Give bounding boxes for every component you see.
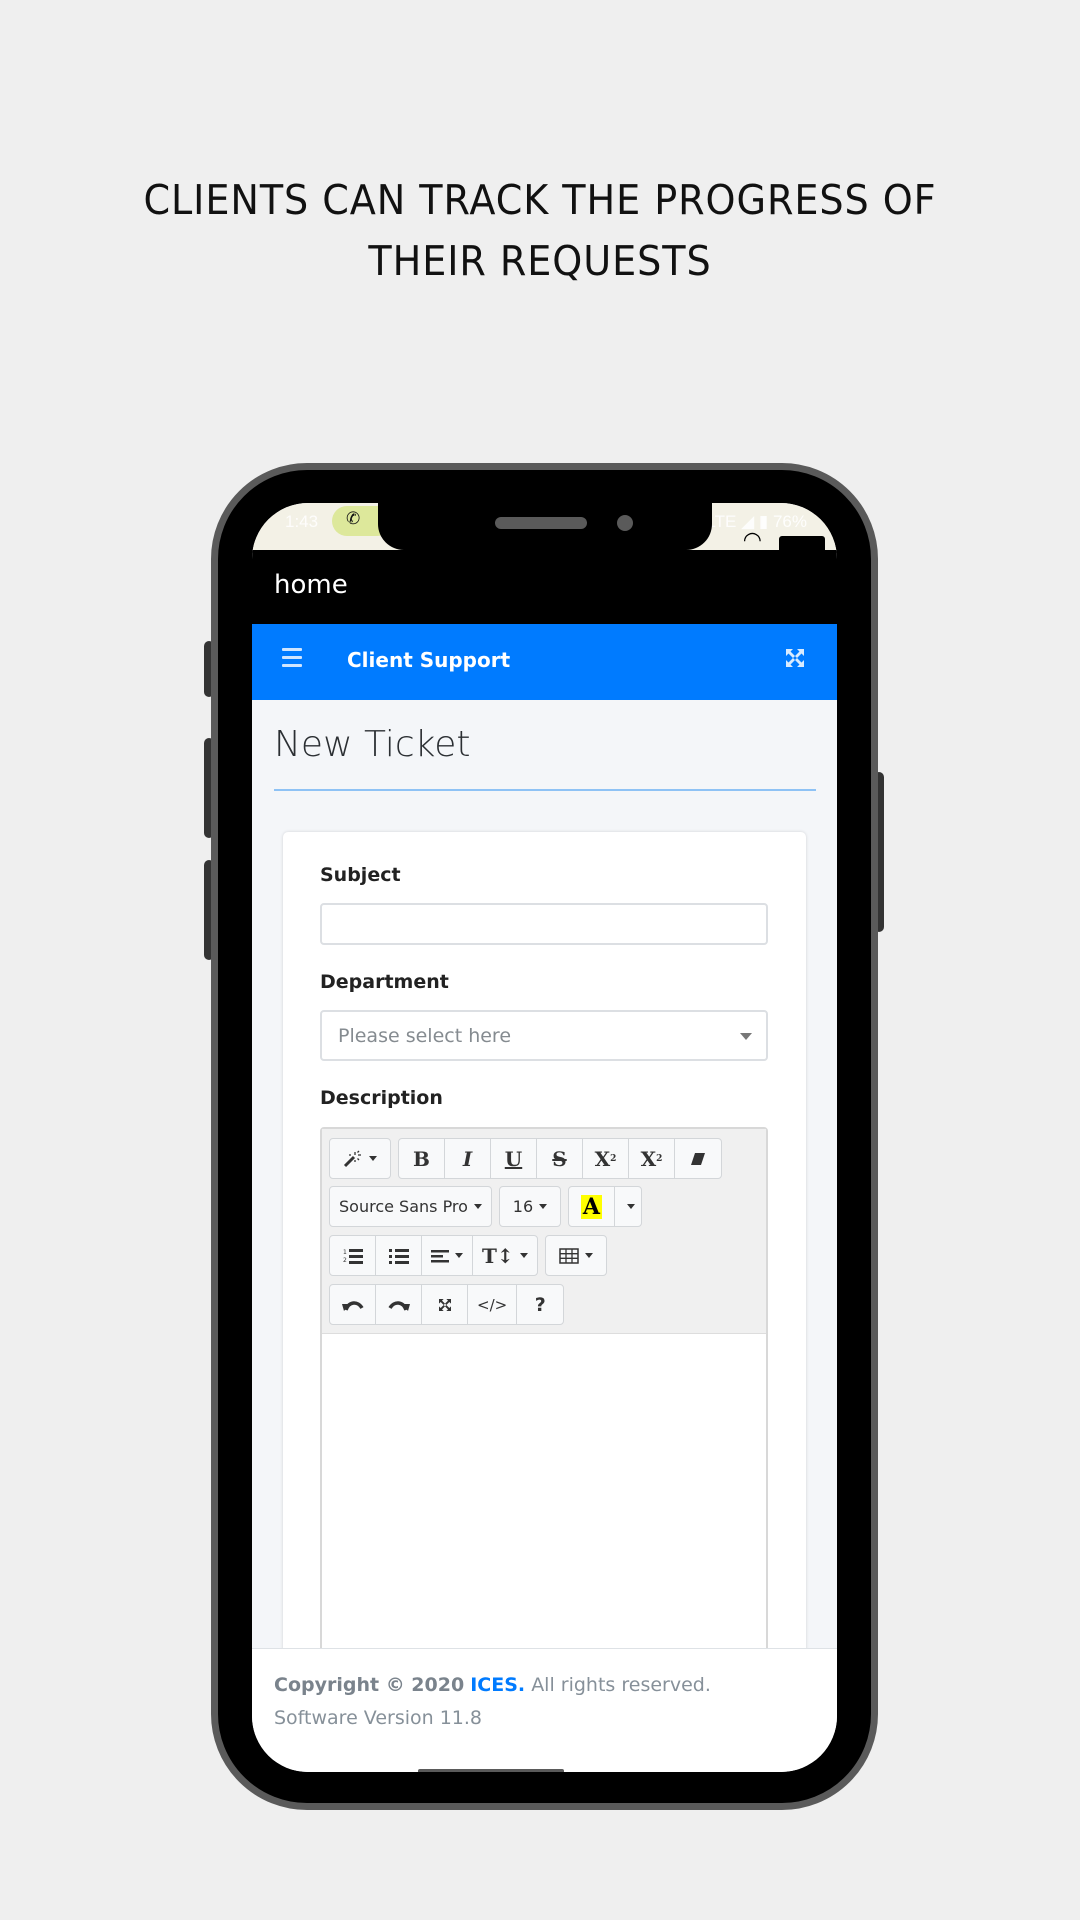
phone-icon: ✆ [346, 509, 361, 528]
font-name-dropdown[interactable]: Source Sans Pro [329, 1186, 492, 1227]
speaker-grille [495, 517, 587, 529]
style-group [329, 1138, 391, 1179]
editor-toolbar: B I U S X2 X2 Source Sans Pro 16 A 1 2 T… [322, 1129, 766, 1334]
align-icon[interactable] [422, 1236, 473, 1275]
svg-text:1: 1 [343, 1249, 347, 1256]
subscript-icon[interactable]: X2 [629, 1139, 675, 1178]
new-ticket-form-card: Subject Department Please select here De… [283, 832, 806, 1648]
misc-group: </> ? [329, 1284, 565, 1325]
unordered-list-icon[interactable] [376, 1236, 422, 1275]
bold-icon[interactable]: B [399, 1139, 445, 1178]
italic-icon[interactable]: I [445, 1139, 491, 1178]
superscript-icon[interactable]: X2 [583, 1139, 629, 1178]
eraser-icon[interactable] [675, 1139, 721, 1178]
department-label: Department [320, 971, 449, 993]
font-size-dropdown[interactable]: 16 [498, 1186, 561, 1227]
redo-icon[interactable] [376, 1285, 422, 1324]
table-group [544, 1235, 607, 1276]
strikethrough-icon[interactable]: S [537, 1139, 583, 1178]
app-bar-title: home [274, 570, 348, 600]
description-edit-area[interactable] [322, 1335, 766, 1648]
font-style-group: B I U S X2 X2 [398, 1138, 722, 1179]
hamburger-menu-icon[interactable] [282, 648, 302, 668]
footer-text: Copyright © 2020 ICES. All rights reserv… [274, 1669, 797, 1735]
phone-notch [378, 503, 712, 550]
footer-copyright: Copyright © 2020 [274, 1674, 465, 1696]
color-group: A [567, 1186, 642, 1227]
paragraph-group: 12 T↕ [329, 1235, 538, 1276]
table-icon[interactable] [546, 1236, 606, 1275]
promo-headline: CLIENTS CAN TRACK THE PROGRESS OF THEIR … [94, 170, 987, 292]
headline-line-1: CLIENTS CAN TRACK THE PROGRESS OF [143, 176, 937, 224]
navbar-brand[interactable]: Client Support [347, 648, 510, 672]
chevron-down-icon [740, 1033, 752, 1040]
description-editor: B I U S X2 X2 Source Sans Pro 16 A 1 2 T… [320, 1127, 768, 1648]
department-placeholder: Please select here [338, 1025, 512, 1047]
phone-screen: 1:43 ✆ LTE ◢ ▮ 76% ◠ home Client Support… [252, 503, 837, 1772]
magic-wand-style-icon[interactable] [330, 1139, 390, 1178]
text-highlight-color-button[interactable]: A [569, 1187, 615, 1226]
code-view-icon[interactable]: </> [468, 1285, 518, 1324]
page-footer: Copyright © 2020 ICES. All rights reserv… [252, 1648, 837, 1772]
status-time: 1:43 [285, 512, 319, 531]
battery-percent: 76% [772, 512, 807, 531]
highlight-color-icon: A [580, 1193, 602, 1220]
help-icon[interactable]: ? [517, 1285, 563, 1324]
title-divider [274, 789, 816, 791]
undo-icon[interactable] [330, 1285, 376, 1324]
font-size-value: 16 [512, 1197, 534, 1216]
status-overlay-block [779, 536, 825, 550]
description-label: Description [320, 1087, 443, 1109]
underline-icon[interactable]: U [491, 1139, 537, 1178]
headline-line-2: THEIR REQUESTS [368, 237, 712, 285]
main-content: New Ticket Subject Department Please sel… [252, 700, 837, 1648]
home-indicator[interactable] [418, 1769, 564, 1772]
subject-input[interactable] [320, 903, 768, 945]
ordered-list-icon[interactable]: 12 [330, 1236, 376, 1275]
app-bar: home [252, 550, 837, 624]
page-title: New Ticket [274, 724, 471, 765]
subject-label: Subject [320, 864, 401, 886]
editor-fullscreen-icon[interactable] [422, 1285, 468, 1324]
svg-text:2: 2 [343, 1257, 347, 1264]
front-camera [617, 515, 633, 531]
fullscreen-icon[interactable] [783, 646, 807, 670]
color-dropdown-toggle[interactable] [615, 1187, 641, 1226]
footer-company-link[interactable]: ICES. [470, 1674, 525, 1696]
line-height-icon[interactable]: T↕ [473, 1236, 537, 1275]
font-name-value: Source Sans Pro [339, 1197, 468, 1216]
top-navbar: Client Support [252, 624, 837, 700]
department-select[interactable]: Please select here [320, 1010, 768, 1061]
